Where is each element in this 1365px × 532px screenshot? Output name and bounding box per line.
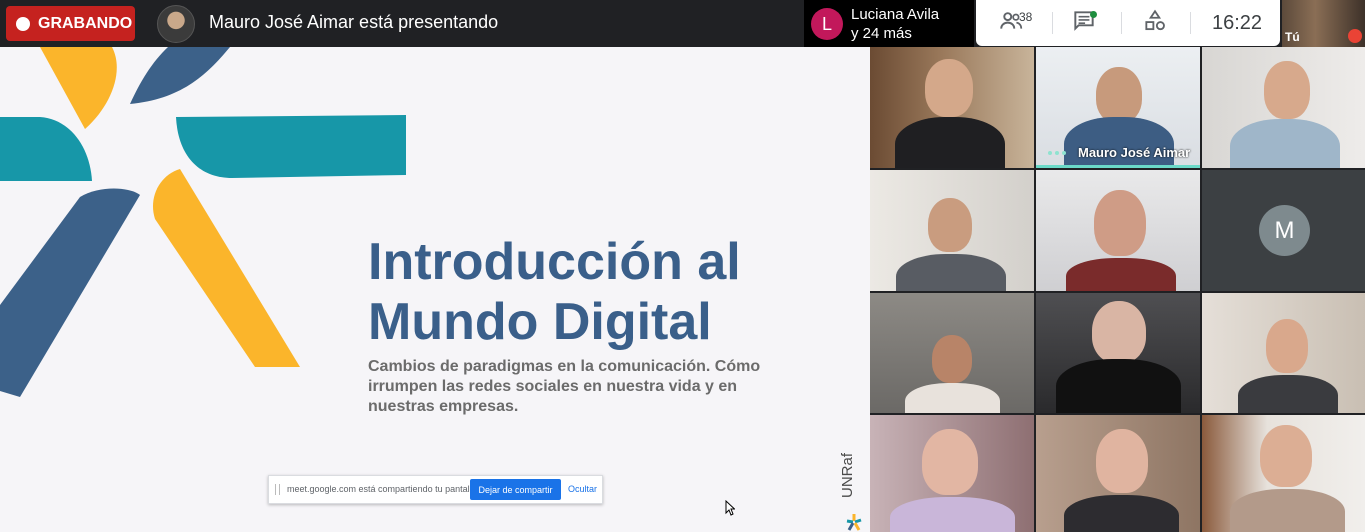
activities-button[interactable] bbox=[1142, 8, 1174, 38]
join-name-line: Luciana Avila bbox=[851, 6, 940, 23]
participant-body bbox=[890, 497, 1015, 532]
shape-teal-left bbox=[0, 117, 92, 181]
hide-link[interactable]: Ocultar bbox=[568, 484, 597, 494]
participant-tile[interactable] bbox=[1036, 415, 1200, 532]
participant-face bbox=[1260, 425, 1312, 487]
presenter-avatar bbox=[157, 5, 195, 43]
participant-face bbox=[1094, 190, 1146, 256]
participant-tile[interactable] bbox=[1202, 47, 1365, 168]
stop-sharing-button[interactable]: Dejar de compartir bbox=[470, 479, 561, 500]
slide-brand-graphic bbox=[0, 47, 406, 397]
self-view-label: Tú bbox=[1285, 30, 1300, 44]
participant-face bbox=[922, 429, 978, 495]
participant-tile[interactable] bbox=[870, 293, 1034, 413]
participant-tile-no-video[interactable]: M bbox=[1202, 170, 1365, 291]
join-avatar: L bbox=[811, 8, 843, 40]
shape-blue-top bbox=[130, 47, 230, 104]
join-notification-text: Luciana Avila y 24 más bbox=[851, 5, 939, 43]
brand-logo-text: UNRaf bbox=[839, 452, 856, 498]
slide-title-line-1: Introducción al bbox=[368, 233, 741, 291]
brand-star-icon bbox=[846, 514, 862, 531]
participant-tile[interactable] bbox=[1036, 170, 1200, 291]
participant-tile[interactable] bbox=[1202, 415, 1365, 532]
mic-off-icon bbox=[1348, 29, 1362, 43]
participant-tile[interactable] bbox=[870, 47, 1034, 168]
participant-tile[interactable] bbox=[870, 170, 1034, 291]
participant-body bbox=[1064, 495, 1179, 532]
participant-body bbox=[895, 117, 1005, 168]
participant-face bbox=[925, 59, 973, 117]
participant-body bbox=[1230, 489, 1345, 532]
shapes-icon bbox=[1145, 9, 1165, 31]
recording-indicator: GRABANDO bbox=[6, 6, 135, 41]
participant-tile-presenter[interactable]: Mauro José Aimar bbox=[1036, 47, 1200, 168]
shape-blue-left bbox=[0, 188, 140, 397]
participant-body bbox=[1230, 119, 1340, 168]
slide-title-line-2: Mundo Digital bbox=[368, 293, 712, 351]
participant-face bbox=[1092, 301, 1146, 363]
divider bbox=[1190, 12, 1191, 34]
participant-grid: Mauro José Aimar M bbox=[870, 47, 1365, 532]
chat-notification-dot bbox=[1090, 11, 1097, 18]
screen-share-notice-bar: meet.google.com está compartiendo tu pan… bbox=[268, 475, 603, 504]
shape-yellow-right bbox=[152, 169, 300, 367]
participant-body bbox=[1066, 258, 1176, 291]
recording-label: GRABANDO bbox=[38, 14, 133, 32]
participant-body bbox=[896, 254, 1006, 291]
participant-face bbox=[932, 335, 972, 383]
participant-tile[interactable] bbox=[1036, 293, 1200, 413]
chat-button[interactable] bbox=[1071, 8, 1103, 38]
participant-face bbox=[1096, 67, 1142, 123]
drag-handle-icon[interactable] bbox=[275, 484, 280, 495]
participant-tile[interactable] bbox=[1202, 293, 1365, 413]
join-count-line: y 24 más bbox=[851, 25, 912, 42]
slide-title: Introducción al Mundo Digital bbox=[368, 232, 788, 352]
participants-count: 38 bbox=[1019, 10, 1033, 24]
active-speaker-border bbox=[1036, 165, 1200, 168]
recording-dot-icon bbox=[16, 16, 30, 31]
divider bbox=[1052, 12, 1053, 34]
presenting-status: Mauro José Aimar está presentando bbox=[209, 12, 499, 32]
slide-subtitle: Cambios de paradigmas en la comunicación… bbox=[368, 358, 761, 415]
speaking-indicator-icon bbox=[1048, 151, 1066, 155]
participant-face bbox=[1266, 319, 1308, 373]
participant-name: Mauro José Aimar bbox=[1078, 145, 1191, 160]
participant-body bbox=[1064, 117, 1174, 168]
participant-face bbox=[928, 198, 972, 252]
meeting-top-bar: GRABANDO Mauro José Aimar está presentan… bbox=[0, 0, 1365, 47]
participant-body bbox=[1056, 359, 1181, 413]
shape-yellow-top bbox=[40, 47, 117, 129]
participant-body bbox=[905, 383, 1000, 413]
divider bbox=[1121, 12, 1122, 34]
participant-tile[interactable] bbox=[870, 415, 1034, 532]
shared-screen-slide: Introducción al Mundo Digital Cambios de… bbox=[0, 47, 870, 532]
participant-avatar: M bbox=[1259, 205, 1310, 256]
participant-face bbox=[1264, 61, 1310, 119]
clock: 16:22 bbox=[1212, 12, 1263, 34]
participant-face bbox=[1096, 429, 1148, 493]
participant-body bbox=[1238, 375, 1338, 413]
share-notice-text: meet.google.com está compartiendo tu pan… bbox=[287, 484, 480, 494]
shape-teal-right bbox=[176, 115, 406, 178]
mouse-cursor-icon bbox=[725, 500, 735, 516]
